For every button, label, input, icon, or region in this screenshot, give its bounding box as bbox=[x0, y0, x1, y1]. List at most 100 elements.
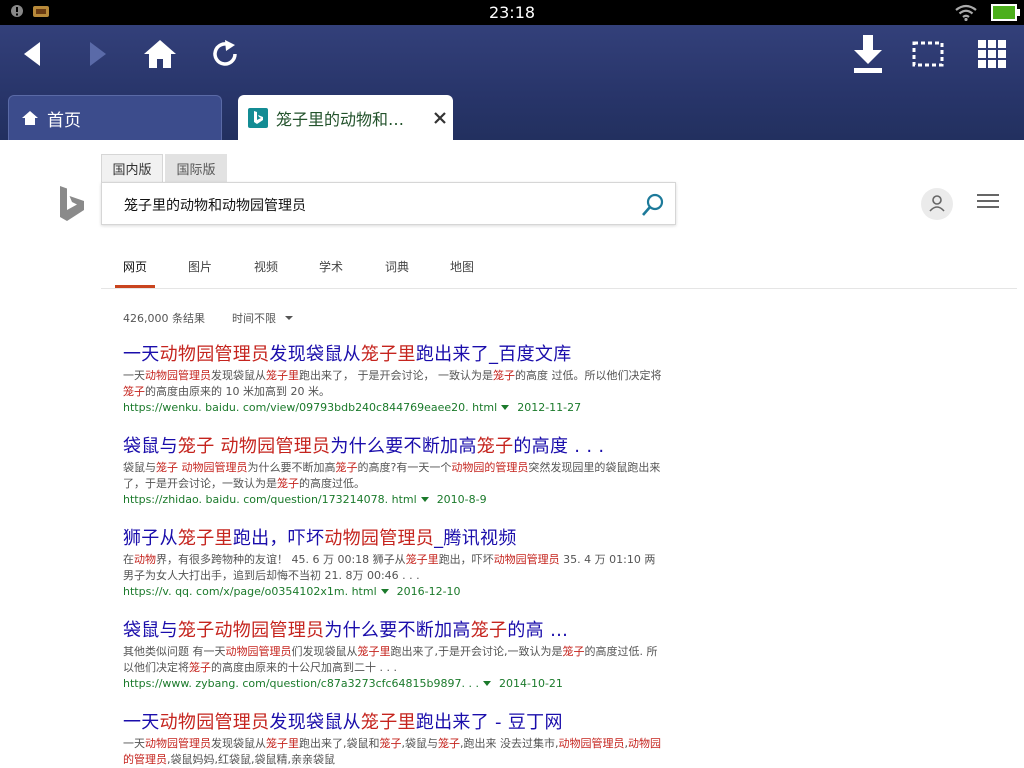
title-highlight: 笼子 bbox=[470, 620, 508, 641]
title-highlight: 笼子里 bbox=[177, 528, 233, 549]
download-button[interactable] bbox=[848, 33, 888, 75]
time-filter-label: 时间不限 bbox=[232, 312, 276, 325]
title-text: 跑出来了 - 豆丁网 bbox=[415, 712, 563, 733]
back-button[interactable] bbox=[12, 37, 52, 71]
result-date: 2014-10-21 bbox=[499, 677, 563, 690]
select-area-button[interactable] bbox=[908, 37, 948, 71]
title-text: 跑出，吓坏 bbox=[232, 528, 325, 549]
hamburger-menu-icon[interactable] bbox=[976, 192, 1000, 210]
scope-international-tab[interactable]: 国际版 bbox=[165, 154, 227, 182]
snippet-text: 在 bbox=[123, 553, 134, 566]
snippet-text: 跑出来了,袋鼠和 bbox=[299, 737, 380, 750]
result-date: 2010-8-9 bbox=[436, 493, 487, 506]
tab-bing-search[interactable]: 笼子里的动物和… bbox=[238, 95, 453, 140]
forward-arrow-icon bbox=[90, 42, 106, 66]
snippet-highlight: 笼子 bbox=[335, 461, 358, 474]
snippet-text: 的高度过低。 bbox=[299, 477, 365, 490]
snippet-text: 跑出，吓坏 bbox=[438, 553, 494, 566]
title-highlight: 动物园管理员 bbox=[159, 344, 270, 365]
reload-button[interactable] bbox=[205, 37, 245, 71]
result-count: 426,000 条结果 bbox=[123, 312, 205, 325]
back-arrow-icon bbox=[24, 42, 40, 66]
nav-divider bbox=[101, 288, 1017, 289]
account-avatar-icon[interactable] bbox=[920, 187, 954, 221]
snippet-text: ,袋鼠妈妈,红袋鼠,袋鼠精,亲亲袋鼠 bbox=[167, 753, 335, 766]
result-title-link[interactable]: 袋鼠与笼子动物园管理员为什么要不断加高笼子的高 … bbox=[123, 619, 663, 643]
result-date: 2016-12-10 bbox=[396, 585, 461, 598]
caret-down-icon[interactable] bbox=[483, 681, 491, 686]
caret-down-icon[interactable] bbox=[380, 589, 389, 594]
snippet-text: 的高度由原来的 10 米加高到 20 米。 bbox=[145, 385, 330, 398]
time-filter-dropdown[interactable]: 时间不限 bbox=[232, 310, 294, 326]
apps-menu-button[interactable] bbox=[972, 37, 1012, 71]
snippet-highlight: 动物园的管理员 bbox=[451, 461, 529, 474]
search-result: 袋鼠与笼子 动物园管理员为什么要不断加高笼子的高度 . . . 袋鼠与笼子 动物… bbox=[123, 435, 663, 508]
result-url-line: https://v. qq. com/x/page/o0354102x1m. h… bbox=[123, 584, 663, 600]
title-text: 发现袋鼠从 bbox=[269, 712, 361, 733]
snippet-text: ,跑出来 没去过集市, bbox=[460, 737, 559, 750]
snippet-highlight: 动物园管理员 bbox=[145, 369, 211, 382]
snippet-text: 其他类似问题 有一天 bbox=[123, 645, 226, 658]
forward-button[interactable] bbox=[78, 37, 118, 71]
result-url[interactable]: https://v. qq. com/x/page/o0354102x1m. h… bbox=[123, 585, 377, 598]
result-url-line: https://wenku. baidu. com/view/09793bdb2… bbox=[123, 400, 663, 416]
title-highlight: 动物园管理员 bbox=[159, 712, 270, 733]
snippet-highlight: 笼子 bbox=[277, 477, 299, 490]
snippet-highlight: 动物园管理员 bbox=[181, 461, 248, 474]
title-text: 的高度 . . . bbox=[513, 436, 605, 457]
close-icon[interactable] bbox=[433, 111, 447, 125]
bing-favicon-icon bbox=[248, 107, 268, 128]
tab-images[interactable]: 图片 bbox=[188, 258, 212, 275]
tab-home[interactable]: 首页 bbox=[8, 95, 222, 140]
result-title-link[interactable]: 狮子从笼子里跑出，吓坏动物园管理员_腾讯视频 bbox=[123, 527, 663, 551]
snippet-text: 跑出来了， 于是开会讨论， 一致认为是 bbox=[299, 369, 493, 382]
title-text: 袋鼠与 bbox=[123, 436, 178, 457]
scope-domestic-tab[interactable]: 国内版 bbox=[101, 154, 163, 182]
title-text: 发现袋鼠从 bbox=[269, 344, 361, 365]
tab-academic[interactable]: 学术 bbox=[319, 258, 343, 275]
result-title-link[interactable]: 一天动物园管理员发现袋鼠从笼子里跑出来了 - 豆丁网 bbox=[123, 711, 663, 735]
tab-videos[interactable]: 视频 bbox=[254, 258, 278, 275]
snippet-text: ,袋鼠与 bbox=[401, 737, 439, 750]
result-title-link[interactable]: 一天动物园管理员发现袋鼠从笼子里跑出来了_百度文库 bbox=[123, 343, 663, 367]
title-highlight: 笼子 bbox=[476, 436, 514, 457]
snippet-text: 跑出来了,于是开会讨论,一致认为是 bbox=[390, 645, 563, 658]
battery-icon bbox=[991, 4, 1020, 21]
snippet-highlight: 笼子 bbox=[156, 461, 178, 474]
caret-down-icon[interactable] bbox=[420, 497, 429, 502]
caret-down-icon[interactable] bbox=[501, 405, 510, 410]
search-input[interactable]: 笼子里的动物和动物园管理员 bbox=[124, 195, 306, 215]
search-icon[interactable] bbox=[641, 193, 665, 217]
result-url[interactable]: https://wenku. baidu. com/view/09793bdb2… bbox=[123, 401, 497, 414]
snippet-highlight: 动物 bbox=[134, 553, 156, 566]
snippet-text: 为什么要不断加高 bbox=[247, 461, 336, 474]
search-result: 袋鼠与笼子动物园管理员为什么要不断加高笼子的高 … 其他类似问题 有一天动物园管… bbox=[123, 619, 663, 692]
title-text: 一天 bbox=[123, 712, 160, 733]
search-box[interactable]: 笼子里的动物和动物园管理员 bbox=[101, 182, 676, 225]
snippet-highlight: 笼子里 bbox=[266, 737, 299, 750]
snippet-highlight: 笼子 bbox=[493, 369, 515, 382]
snippet-highlight: 笼子 bbox=[438, 737, 460, 750]
snippet-highlight: 笼子 bbox=[379, 737, 402, 750]
result-url[interactable]: https://zhidao. baidu. com/question/1732… bbox=[123, 493, 417, 506]
tab-maps[interactable]: 地图 bbox=[450, 258, 474, 275]
chevron-down-icon bbox=[284, 316, 293, 320]
home-button[interactable] bbox=[140, 37, 180, 71]
result-date: 2012-11-27 bbox=[517, 401, 582, 414]
result-snippet: 一天动物园管理员发现袋鼠从笼子里跑出来了,袋鼠和笼子,袋鼠与笼子,跑出来 没去过… bbox=[123, 736, 663, 768]
result-url[interactable]: https://www. zybang. com/question/c87a32… bbox=[123, 677, 479, 690]
tab-title: 笼子里的动物和… bbox=[276, 109, 405, 129]
snippet-highlight: 笼子里 bbox=[266, 369, 299, 382]
title-highlight: 笼子动物园管理员 bbox=[177, 620, 325, 641]
tab-home-label: 首页 bbox=[47, 110, 81, 131]
title-highlight: 笼子 bbox=[177, 436, 215, 457]
result-title-link[interactable]: 袋鼠与笼子 动物园管理员为什么要不断加高笼子的高度 . . . bbox=[123, 435, 663, 459]
snippet-text: 的高度 过低。所以他们决定将 bbox=[515, 369, 662, 382]
tab-dictionary[interactable]: 词典 bbox=[385, 258, 409, 275]
tab-web[interactable]: 网页 bbox=[123, 258, 147, 275]
title-text: 狮子从 bbox=[123, 528, 178, 549]
result-snippet: 袋鼠与笼子 动物园管理员为什么要不断加高笼子的高度?有一天一个动物园的管理员突然… bbox=[123, 460, 663, 492]
snippet-text: 的高度由原来的十公尺加高到二十 . . . bbox=[211, 661, 397, 674]
search-result: 一天动物园管理员发现袋鼠从笼子里跑出来了 - 豆丁网 一天动物园管理员发现袋鼠从… bbox=[123, 711, 663, 768]
result-snippet: 其他类似问题 有一天动物园管理员们发现袋鼠从笼子里跑出来了,于是开会讨论,一致认… bbox=[123, 644, 663, 676]
